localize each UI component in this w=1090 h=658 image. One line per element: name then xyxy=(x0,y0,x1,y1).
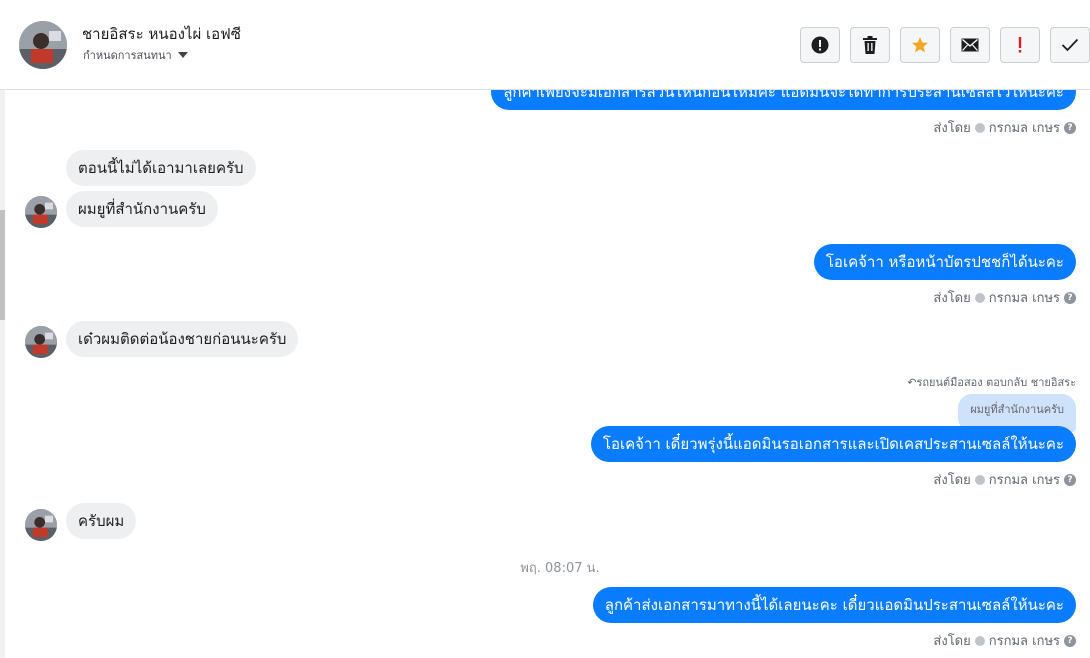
sender-avatar-icon xyxy=(974,635,985,646)
conversation-settings-dropdown[interactable]: กำหนดการสนทนา xyxy=(83,46,188,64)
sender-name[interactable]: กรกมล เกษร xyxy=(989,287,1060,308)
avatar-photo-icon xyxy=(19,21,67,69)
sender-avatar-icon xyxy=(974,122,985,133)
done-button[interactable] xyxy=(1050,27,1090,63)
message-thread[interactable]: ลูกค้าเพียงจะมีเอกสารส่วนไหนก่อนไหมคะ แอ… xyxy=(0,90,1090,658)
mark-unread-button[interactable] xyxy=(950,27,990,63)
help-icon[interactable]: ? xyxy=(1064,291,1076,304)
caret-down-icon xyxy=(177,52,188,58)
exclamation-circle-icon xyxy=(811,36,829,54)
sent-by-meta: ส่งโดย กรกมล เกษร ? xyxy=(933,287,1076,308)
sender-name[interactable]: กรกมล เกษร xyxy=(989,117,1060,138)
sender-avatar-icon xyxy=(974,292,985,303)
help-icon[interactable]: ? xyxy=(1064,634,1076,647)
reply-context-note: ↶รถยนต์มือสอง ตอบกลับ ชายอิสระ xyxy=(907,373,1076,391)
checkmark-icon xyxy=(1061,38,1079,52)
sender-name[interactable]: กรกมล เกษร xyxy=(989,630,1060,651)
sender-avatar-icon xyxy=(974,474,985,485)
sent-by-label: ส่งโดย xyxy=(933,121,971,136)
incoming-message[interactable]: ตอนนี้ไม่ได้เอามาเลยครับ xyxy=(66,150,256,186)
star-button[interactable] xyxy=(900,27,940,63)
contact-avatar-small xyxy=(25,509,57,541)
outgoing-message[interactable]: โอเคจ้าา เดี๋ยวพรุ่งนี้แอดมินรอเอกสารและ… xyxy=(590,426,1076,462)
conversation-header: ชายอิสระ หนองไผ่ เอฟซี กำหนดการสนทนา xyxy=(0,0,1090,90)
star-icon xyxy=(912,37,928,53)
conversation-settings-label: กำหนดการสนทนา xyxy=(83,49,172,62)
incoming-message[interactable]: ครับผม xyxy=(66,503,137,539)
sent-by-label: ส่งโดย xyxy=(933,291,971,306)
sent-by-meta: ส่งโดย กรกมล เกษร ? xyxy=(933,469,1076,490)
action-toolbar xyxy=(800,27,1090,63)
outgoing-message[interactable]: โอเคจ้าา หรือหน้าบัตรปชชก็ได้นะคะ xyxy=(813,244,1076,280)
incoming-message[interactable]: เด๋วผมติดต่อน้องชายก่อนนะครับ xyxy=(66,321,299,357)
envelope-icon xyxy=(961,38,979,52)
sent-by-label: ส่งโดย xyxy=(933,473,971,488)
help-icon[interactable]: ? xyxy=(1064,121,1076,134)
contact-avatar[interactable] xyxy=(19,21,67,69)
important-button[interactable] xyxy=(1000,27,1040,63)
contact-avatar-small xyxy=(25,326,57,358)
contact-name[interactable]: ชายอิสระ หนองไผ่ เอฟซี xyxy=(82,22,241,46)
date-separator: พฤ. 08:07 น. xyxy=(520,561,600,576)
reply-context-label: รถยนต์มือสอง ตอบกลับ ชายอิสระ xyxy=(916,376,1076,389)
sent-by-meta: ส่งโดย กรกมล เกษร ? xyxy=(933,117,1076,138)
sent-by-label: ส่งโดย xyxy=(933,634,971,649)
sender-name[interactable]: กรกมล เกษร xyxy=(989,469,1060,490)
exclamation-icon xyxy=(1018,37,1022,53)
sent-by-meta: ส่งโดย กรกมล เกษร ? xyxy=(933,630,1076,651)
incoming-message[interactable]: ผมยูที่สำนักงานครับ xyxy=(66,191,218,227)
contact-avatar-small xyxy=(25,196,57,228)
avatar-photo-icon xyxy=(25,509,57,541)
avatar-photo-icon xyxy=(25,326,57,358)
outgoing-message[interactable]: ลูกค้าส่งเอกสารมาทางนี้ได้เลยนะคะ เดี๋ยว… xyxy=(592,587,1076,623)
trash-icon xyxy=(863,36,877,54)
mark-spam-button[interactable] xyxy=(800,27,840,63)
avatar-photo-icon xyxy=(25,196,57,228)
delete-button[interactable] xyxy=(850,27,890,63)
help-icon[interactable]: ? xyxy=(1064,473,1076,486)
outgoing-message[interactable]: ลูกค้าเพียงจะมีเอกสารส่วนไหนก่อนไหมคะ แอ… xyxy=(491,90,1076,110)
